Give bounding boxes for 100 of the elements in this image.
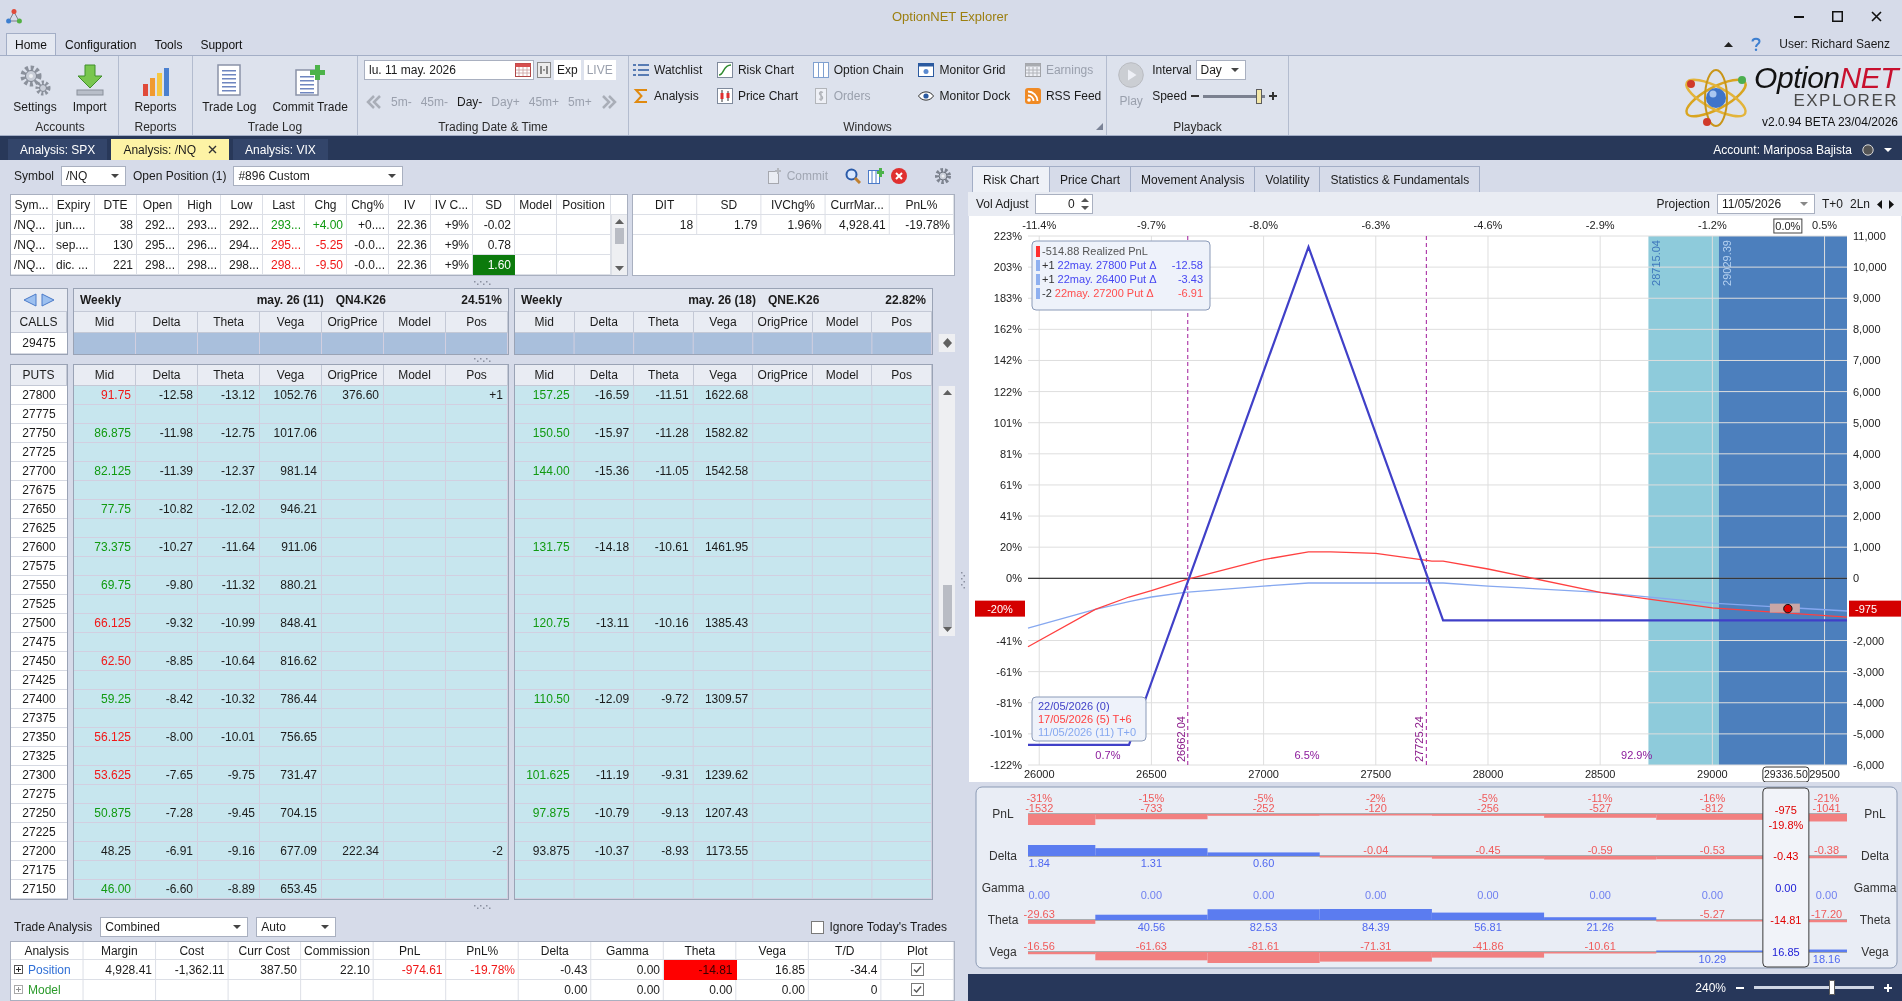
zoom-label: 240% [1695,980,1726,995]
table-cell-text: -12.58 [157,387,194,404]
strike-cell: 27525 [11,595,67,614]
breakeven-label: 26662.04 [1174,716,1187,762]
legend-entry: -514.88 Realized PnL [1042,245,1148,257]
open-position-label: Open Position (1) [133,169,227,183]
legend-delta: -3.43 [1177,273,1203,285]
column-header: Cost [178,942,206,960]
column-header: Model [384,365,446,386]
table-cell-text: -10.99 [219,615,256,632]
table-cell-text: +9% [443,256,470,274]
greek-value: 40.56 [1137,921,1166,933]
table-cell-text: 292... [227,216,260,234]
column-header: Gamma [604,942,650,960]
axis-label: -41% [996,634,1022,647]
axis-label: 0.5% [1812,219,1838,231]
column-header: PUTS [11,365,67,386]
greek-value: 16.85 [1772,946,1800,958]
table-cell-text: -1,362.11 [173,961,226,979]
column-header: Theta [634,312,694,333]
table-cell-text: -9.72 [660,691,690,708]
table-cell-text: -0.43 [559,961,589,979]
greek-label: Gamma [1853,881,1897,895]
greek-value: 84.39 [1362,921,1390,933]
column-header: Pos [446,365,508,386]
axis-label: 162% [993,323,1022,336]
vol-adjust-label: Vol Adjust [976,197,1029,211]
axis-label: 61% [999,478,1022,491]
table-cell-text: -12.75 [219,425,256,442]
table-cell-text: -12.09 [594,691,631,708]
table-cell-text: -8.85 [164,653,194,670]
table-cell-text: 222.34 [341,843,380,860]
greek-value: 82.53 [1249,921,1278,933]
group-title: Playback [1173,119,1222,134]
greek-value: 0.00 [1365,889,1387,901]
column-header: Delta [574,365,635,386]
greek-percent: -21% [1813,792,1840,804]
table-cell-text: 18 [678,216,695,234]
axis-label: -101% [990,727,1022,740]
column-header: Model [384,312,446,333]
mid-price-cell-text: 82.125 [93,463,132,480]
column-header: Vega [693,365,754,386]
axis-label: 81% [999,447,1022,460]
checkbox-label: Ignore Today's Trades [829,920,947,934]
mid-price-cell-text: 86.875 [93,425,132,442]
column-header: Pos [872,365,932,386]
axis-label: 9,000 [1853,292,1881,305]
column-header: Margin [99,942,139,960]
version-label: v2.0.94 BETA 23/04/2026 [1762,114,1898,129]
table-cell-text: 22.36 [395,216,428,234]
greek-value: -5.27 [1699,908,1725,920]
strike-cell: 27675 [11,481,67,500]
probability-label: 92.9% [1621,749,1653,761]
greek-percent: -15% [1138,792,1165,804]
axis-label: 7,000 [1853,354,1881,367]
greek-label: Delta [1861,849,1889,863]
table-cell-text: -7.28 [164,805,194,822]
table-cell-text: -15.97 [594,425,631,442]
table-cell-text: 293... [185,216,218,234]
greek-value: -527 [1589,802,1612,814]
mid-price-cell-text: 53.625 [93,767,132,784]
table-cell-text: +0.... [356,216,386,234]
mid-price-cell-text: 77.75 [99,501,132,518]
column-header: IVChg% [769,196,816,214]
greek-value: -812 [1701,802,1724,814]
column-header: Theta [683,942,717,960]
expiry-date: may. 26 (18) [688,293,756,307]
table-cell-text: -11.51 [654,387,690,404]
table-cell-text: +1 [488,387,504,404]
greek-value: -256 [1476,802,1499,814]
axis-label: 29500 [1809,768,1840,780]
axis-label: 223% [993,230,1022,242]
column-header: Position [561,196,606,214]
strike-cell: 27775 [11,405,67,424]
greek-label: PnL [1864,807,1886,821]
axis-label: 142% [993,354,1022,367]
table-cell-text: -12.02 [219,501,256,518]
strike-cell: 27600 [11,538,67,557]
expiry-date: may. 26 (11) [256,293,324,307]
column-header: PnL% [465,942,500,960]
table-cell-text: 0.00 [780,981,806,999]
table-cell-text: 295... [269,236,302,254]
table-cell-text: 677.09 [279,843,318,860]
speed-label: Speed [1152,89,1187,103]
table-cell-text: 816.62 [279,653,318,670]
table-cell-text: 1239.62 [703,767,750,784]
axis-label: 101% [993,416,1022,429]
axis-label: -6.3% [1361,219,1391,231]
greek-value: 10.29 [1698,953,1727,965]
mid-price-cell-text: 69.75 [99,577,132,594]
axis-label: -4,000 [1853,696,1885,709]
greek-percent: -31% [1026,792,1053,804]
table-cell-text: -9.80 [164,577,194,594]
table-cell-text: 946.21 [279,501,318,518]
axis-label: 203% [993,261,1022,274]
column-header: Delta [539,942,570,960]
greek-percent: -19.8% [1768,819,1804,831]
legend-entry: -2 22may. 27200 Put Δ [1042,287,1154,299]
greek-value: 0.00 [1477,889,1499,901]
table-cell-text: -9.13 [660,805,690,822]
